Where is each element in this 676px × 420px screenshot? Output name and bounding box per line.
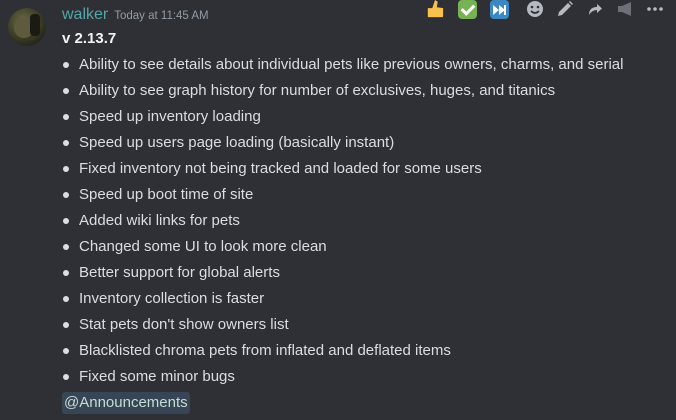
- reaction-thumbs-up[interactable]: [422, 0, 448, 20]
- changelog-item: Speed up inventory loading: [62, 104, 623, 130]
- changelog-item-text: Changed some UI to look more clean: [79, 238, 327, 255]
- version-heading: v 2.13.7: [62, 30, 117, 47]
- user-avatar[interactable]: [8, 8, 46, 46]
- changelog-item-text: Speed up boot time of site: [79, 186, 254, 203]
- changelog-item: Fixed inventory not being tracked and lo…: [62, 156, 623, 182]
- bullet-icon: [63, 114, 69, 120]
- message-toolbar: [422, 0, 668, 22]
- next-track-icon: [489, 0, 509, 19]
- add-reaction-icon: [527, 1, 543, 17]
- changelog-item-text: Better support for global alerts: [79, 264, 280, 281]
- bullet-icon: [63, 140, 69, 146]
- bullet-icon: [63, 270, 69, 276]
- reply-button[interactable]: [582, 0, 608, 20]
- bullet-icon: [63, 88, 69, 94]
- bullet-icon: [63, 322, 69, 328]
- changelog-item: Ability to see graph history for number …: [62, 78, 623, 104]
- changelog-item: Better support for global alerts: [62, 260, 623, 286]
- timestamp: Today at 11:45 AM: [114, 10, 209, 22]
- announce-button[interactable]: [612, 0, 638, 20]
- bullet-icon: [63, 244, 69, 250]
- more-options-button[interactable]: [642, 0, 668, 20]
- bullet-icon: [63, 296, 69, 302]
- announce-icon: [618, 2, 631, 16]
- edit-icon: [558, 1, 573, 16]
- changelog-item-text: Speed up inventory loading: [79, 108, 261, 125]
- add-reaction-button[interactable]: [522, 0, 548, 20]
- edit-button[interactable]: [552, 0, 578, 20]
- changelog-item: Added wiki links for pets: [62, 208, 623, 234]
- username[interactable]: walker: [62, 6, 108, 24]
- bullet-icon: [63, 348, 69, 354]
- changelog-item: Speed up boot time of site: [62, 182, 623, 208]
- bullet-icon: [63, 218, 69, 224]
- bullet-icon: [63, 192, 69, 198]
- check-mark-icon: [457, 0, 477, 19]
- bullet-icon: [63, 374, 69, 380]
- changelog-item: Changed some UI to look more clean: [62, 234, 623, 260]
- avatar-image-shape-2: [30, 14, 40, 36]
- changelog-list: Ability to see details about individual …: [62, 52, 623, 390]
- changelog-item-text: Fixed some minor bugs: [79, 368, 235, 385]
- changelog-item: Ability to see details about individual …: [62, 52, 623, 78]
- changelog-item: Stat pets don't show owners list: [62, 312, 623, 338]
- changelog-item-text: Blacklisted chroma pets from inflated an…: [79, 342, 451, 359]
- reaction-next-track[interactable]: [486, 0, 512, 20]
- reaction-check-mark[interactable]: [454, 0, 480, 20]
- reply-icon: [589, 4, 602, 15]
- changelog-item: Inventory collection is faster: [62, 286, 623, 312]
- changelog-item: Blacklisted chroma pets from inflated an…: [62, 338, 623, 364]
- changelog-item-text: Stat pets don't show owners list: [79, 316, 289, 333]
- bullet-icon: [63, 166, 69, 172]
- more-icon: [647, 7, 663, 11]
- changelog-item: Fixed some minor bugs: [62, 364, 623, 390]
- role-mention[interactable]: @Announcements: [62, 392, 190, 414]
- changelog-item-text: Inventory collection is faster: [79, 290, 265, 307]
- changelog-item-text: Added wiki links for pets: [79, 212, 240, 229]
- changelog-item-text: Fixed inventory not being tracked and lo…: [79, 160, 482, 177]
- changelog-item-text: Ability to see graph history for number …: [79, 82, 556, 99]
- changelog-item-text: Ability to see details about individual …: [79, 56, 624, 73]
- bullet-icon: [63, 62, 69, 68]
- changelog-item: Speed up users page loading (basically i…: [62, 130, 623, 156]
- changelog-item-text: Speed up users page loading (basically i…: [79, 134, 395, 151]
- chat-message: walker Today at 11:45 AM v 2.13.7 Abilit…: [0, 0, 676, 420]
- message-header: walker Today at 11:45 AM: [62, 6, 209, 28]
- thumbs-up-icon: [427, 0, 444, 18]
